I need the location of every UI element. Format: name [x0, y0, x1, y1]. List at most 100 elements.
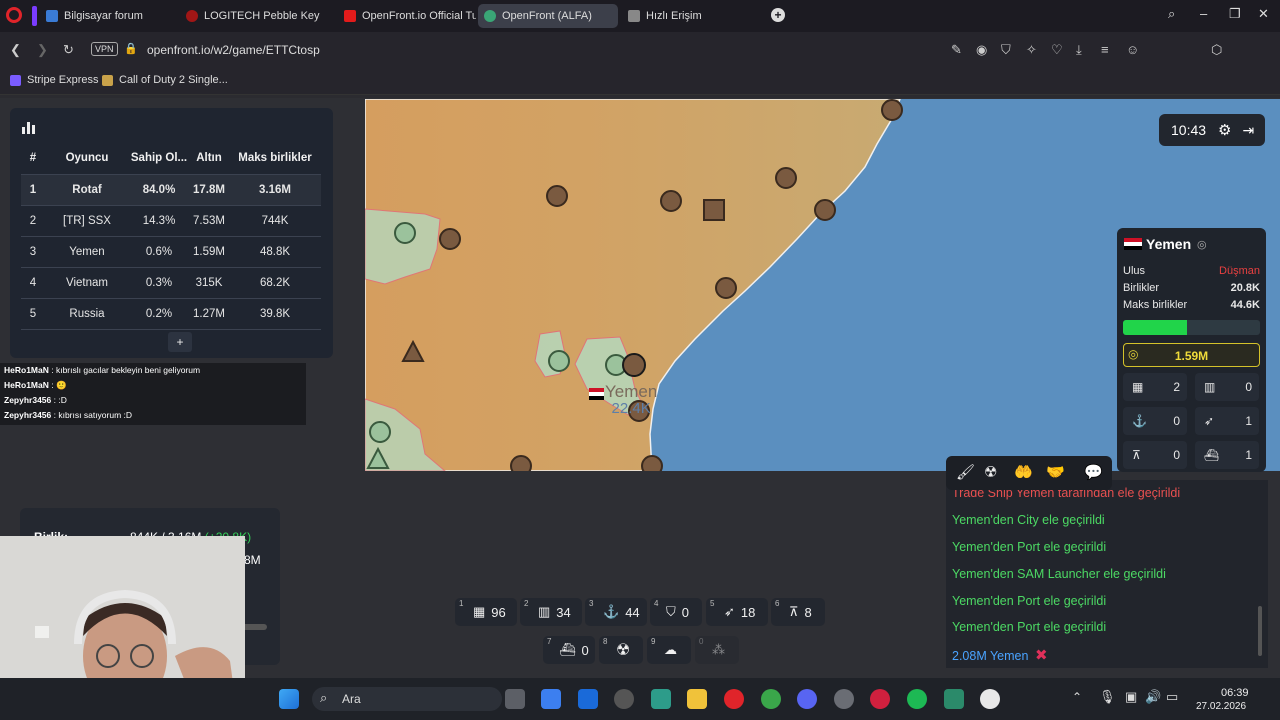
discord-icon[interactable]: [797, 689, 817, 709]
edit-icon[interactable]: ✎: [951, 42, 962, 58]
app-icon[interactable]: [980, 689, 1000, 709]
map-nation-label[interactable]: Yemen 22.4K: [605, 382, 657, 417]
lock-icon[interactable]: 🔒: [124, 42, 138, 55]
target-brush-icon[interactable]: 🖌: [956, 463, 975, 481]
table-row[interactable]: 1 Rotaf 84.0% 17.8M 3.16M: [21, 174, 321, 206]
tab-openfront-game[interactable]: OpenFront (ALFA): [478, 4, 618, 28]
build-missile-silo-button[interactable]: 5 ➶ 18: [706, 598, 768, 626]
menu-icon[interactable]: ≡: [1101, 42, 1109, 57]
close-x-icon[interactable]: ✖: [1035, 647, 1048, 664]
tray-chevron-icon[interactable]: ⌃: [1072, 690, 1082, 704]
build-city-button[interactable]: 1 ▦ 96: [455, 598, 517, 626]
event-item-gold[interactable]: 2.08M Yemen ✖: [952, 646, 1048, 664]
bookmark-cod2[interactable]: Call of Duty 2 Single...: [102, 74, 228, 86]
media-player-icon[interactable]: [614, 689, 634, 709]
settings-icon[interactable]: [834, 689, 854, 709]
back-icon[interactable]: ❮: [10, 42, 21, 58]
camera-icon[interactable]: ◉: [976, 42, 987, 58]
new-tab-button[interactable]: +: [771, 8, 785, 22]
outlook-icon[interactable]: [578, 689, 598, 709]
heart-icon[interactable]: ♡: [1051, 42, 1063, 58]
event-item[interactable]: Yemen'den SAM Launcher ele geçirildi: [952, 567, 1166, 581]
col-rank[interactable]: #: [21, 143, 45, 175]
forward-icon[interactable]: ❯: [37, 42, 48, 58]
build-defense-button[interactable]: 4 ⛉ 0: [650, 598, 702, 626]
clock-date[interactable]: 27.02.2026: [1196, 701, 1246, 712]
col-max-troops[interactable]: Maks birlikler: [229, 143, 321, 175]
player-unit-missile: ➶ 1: [1195, 407, 1259, 435]
taskbar-search[interactable]: ⌕ Ara: [312, 687, 502, 711]
col-gold[interactable]: Altın: [189, 143, 229, 175]
settings-gear-icon[interactable]: ⚙: [1218, 121, 1231, 139]
search-tabs-icon[interactable]: ⌕: [1168, 6, 1175, 22]
event-item[interactable]: Yemen'den City ele geçirildi: [952, 513, 1105, 527]
clock-time[interactable]: 06:39: [1221, 687, 1249, 699]
col-owned[interactable]: Sahip Ol...: [129, 143, 189, 175]
network-icon[interactable]: ▣: [1125, 689, 1137, 705]
event-item[interactable]: Yemen'den Port ele geçirildi: [952, 620, 1106, 634]
cube-icon[interactable]: ⬡: [1211, 42, 1222, 58]
store-icon[interactable]: [541, 689, 561, 709]
player-relation-value: Düşman: [1219, 265, 1260, 277]
workspace-indicator[interactable]: [32, 6, 37, 26]
game-timer: 10:43: [1171, 122, 1207, 138]
bar-chart-icon[interactable]: [22, 122, 36, 134]
opera-logo-icon[interactable]: [6, 7, 22, 23]
exit-game-icon[interactable]: ⇥: [1243, 122, 1255, 139]
volume-icon[interactable]: 🔊: [1145, 689, 1161, 705]
build-sam-button[interactable]: 6 ⊼ 8: [771, 598, 825, 626]
minimize-icon[interactable]: –: [1200, 6, 1207, 21]
event-item[interactable]: Yemen'den Port ele geçirildi: [952, 594, 1106, 608]
vpn-badge[interactable]: VPN: [91, 42, 118, 56]
player-unit-city: ▦ 2: [1123, 373, 1187, 401]
url-field[interactable]: openfront.io/w2/game/ETTCtosp: [147, 43, 320, 57]
tab-openfront-tutorial[interactable]: OpenFront.io Official Tuto: [338, 4, 476, 28]
task-view-icon[interactable]: [505, 689, 525, 709]
table-row[interactable]: 4 Vietnam 0.3% 315K 68.2K: [21, 267, 321, 299]
extension-icon[interactable]: ✧: [1026, 42, 1037, 58]
spotify-icon[interactable]: [907, 689, 927, 709]
bookmark-stripe[interactable]: Stripe Express: [10, 74, 99, 86]
table-row[interactable]: 3 Yemen 0.6% 1.59M 48.8K: [21, 236, 321, 268]
expand-leaderboard-button[interactable]: +: [168, 332, 192, 352]
reload-icon[interactable]: ↻: [63, 42, 74, 58]
table-row[interactable]: 2 [TR] SSX 14.3% 7.53M 744K: [21, 205, 321, 237]
build-hydrogen-bomb-button[interactable]: 9 ☁: [647, 636, 691, 664]
windows-start-icon[interactable]: [279, 689, 299, 709]
col-player[interactable]: Oyuncu: [45, 143, 129, 175]
event-item[interactable]: Yemen'den Port ele geçirildi: [952, 540, 1106, 554]
troop-progress-fill: [1123, 320, 1188, 335]
tab-quick-access[interactable]: Hızlı Erişim: [622, 4, 742, 28]
tab-logitech[interactable]: LOGITECH Pebble Keys 2 K: [180, 4, 320, 28]
player-info-panel: Yemen ◎ Ulus Düşman Birlikler 20.8K Maks…: [1117, 228, 1266, 472]
player-name: Yemen: [1146, 236, 1192, 252]
player-unit-sam: ⊼ 0: [1123, 441, 1187, 469]
build-warship-button[interactable]: 7 ⛴ 0: [543, 636, 595, 664]
build-mirv-button[interactable]: 0 ⁂: [695, 636, 739, 664]
notepad-icon[interactable]: [651, 689, 671, 709]
close-window-icon[interactable]: ✕: [1258, 6, 1269, 22]
player-info-icon[interactable]: ◎: [1197, 238, 1207, 251]
table-row[interactable]: 5 Russia 0.2% 1.27M 39.8K: [21, 298, 321, 330]
donate-icon[interactable]: 🤲: [1014, 463, 1033, 481]
opera-icon[interactable]: [724, 689, 744, 709]
anchor-icon: ⚓: [603, 604, 620, 619]
editor-icon[interactable]: [944, 689, 964, 709]
battery-icon[interactable]: ▭: [1166, 689, 1178, 705]
restore-icon[interactable]: ❐: [1229, 6, 1241, 22]
event-scrollbar[interactable]: [1258, 606, 1262, 656]
file-explorer-icon[interactable]: [687, 689, 707, 709]
alliance-handshake-icon[interactable]: 🤝: [1046, 463, 1065, 481]
build-port-button[interactable]: 3 ⚓ 44: [585, 598, 647, 626]
nuke-icon[interactable]: ☢: [984, 463, 997, 481]
shield-icon[interactable]: ⛉: [1001, 42, 1011, 58]
opera-gx-icon[interactable]: [870, 689, 890, 709]
build-atom-bomb-button[interactable]: 8 ☢: [599, 636, 643, 664]
build-factory-button[interactable]: 2 ▥ 34: [520, 598, 582, 626]
download-icon[interactable]: ⤓: [1076, 42, 1082, 58]
microphone-icon[interactable]: 🎙: [1099, 689, 1116, 705]
tab-bilgisayar-forum[interactable]: Bilgisayar forum: [40, 4, 175, 28]
profile-icon[interactable]: ☺: [1126, 42, 1139, 57]
chrome-icon[interactable]: [761, 689, 781, 709]
chat-bubble-icon[interactable]: 💬: [1084, 463, 1103, 481]
